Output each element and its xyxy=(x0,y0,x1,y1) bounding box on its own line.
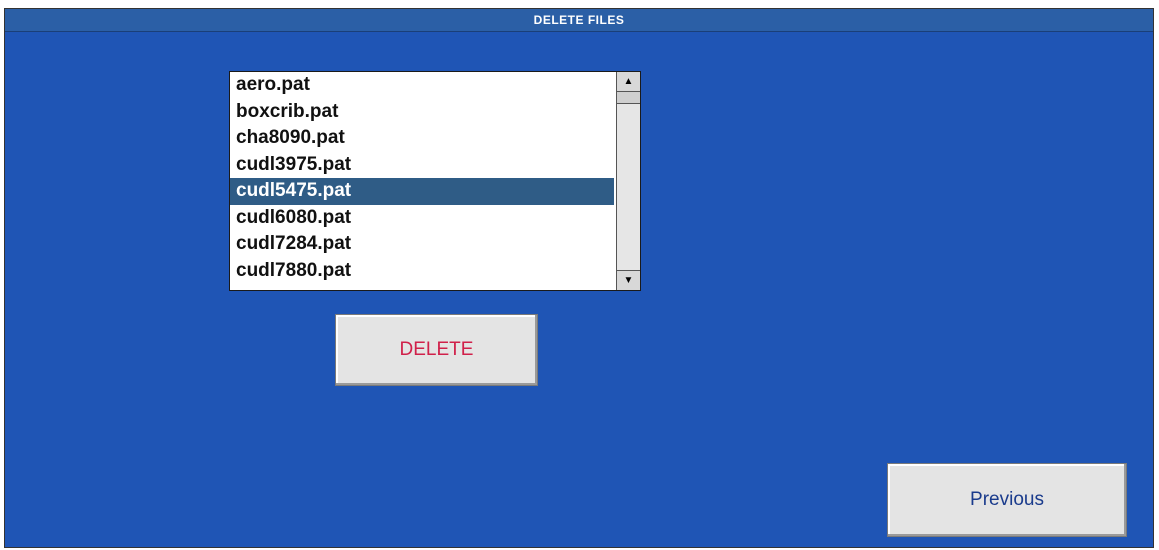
list-item[interactable]: cha8090.pat xyxy=(230,125,614,152)
list-item[interactable]: aero.pat xyxy=(230,72,614,99)
scroll-up-button[interactable]: ▲ xyxy=(617,72,640,92)
list-item-selected[interactable]: cudl5475.pat xyxy=(230,178,614,205)
delete-files-window: DELETE FILES aero.pat boxcrib.pat cha809… xyxy=(4,8,1154,548)
arrow-up-icon: ▲ xyxy=(623,76,634,87)
list-scrollbar[interactable]: ▲ ▼ xyxy=(616,72,640,290)
scroll-down-button[interactable]: ▼ xyxy=(617,270,640,290)
delete-button[interactable]: DELETE xyxy=(335,314,538,386)
file-listbox[interactable]: aero.pat boxcrib.pat cha8090.pat cudl397… xyxy=(229,71,641,291)
previous-button[interactable]: Previous xyxy=(887,463,1127,537)
title-bar: DELETE FILES xyxy=(5,9,1153,32)
window-title: DELETE FILES xyxy=(533,13,625,27)
list-item[interactable]: cudl7284.pat xyxy=(230,231,614,258)
list-item[interactable]: cudl3975.pat xyxy=(230,152,614,179)
list-item[interactable]: cudl6080.pat xyxy=(230,205,614,232)
file-list-items: aero.pat boxcrib.pat cha8090.pat cudl397… xyxy=(230,72,614,290)
list-item[interactable]: boxcrib.pat xyxy=(230,99,614,126)
arrow-down-icon: ▼ xyxy=(623,275,634,286)
list-item[interactable]: cudl7880.pat xyxy=(230,258,614,285)
scroll-thumb[interactable] xyxy=(617,92,640,104)
